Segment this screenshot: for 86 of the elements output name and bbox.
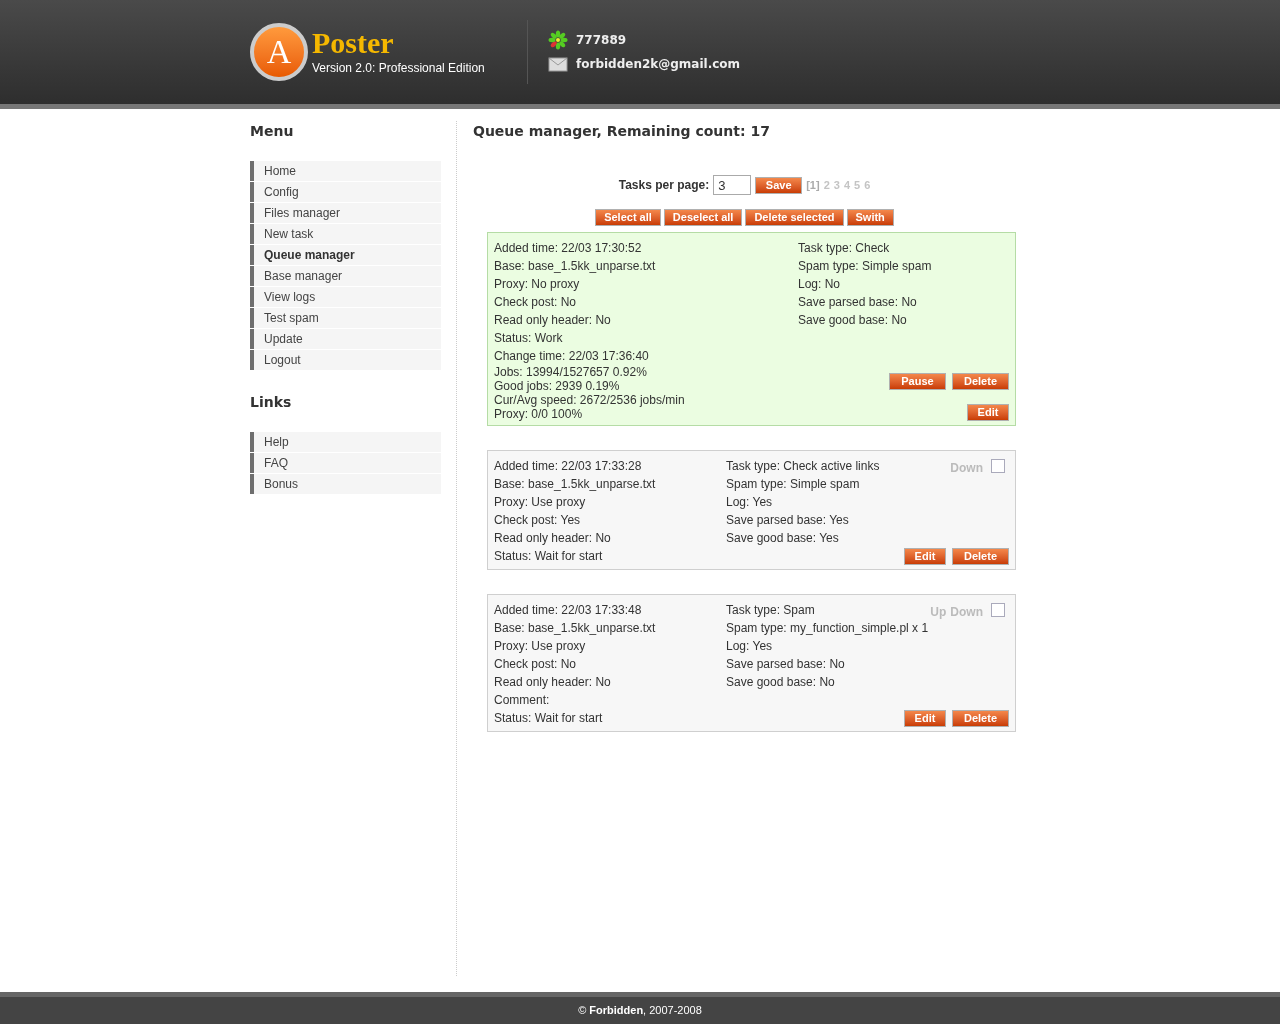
contact-text: 777889 (576, 32, 627, 49)
task-detail: Comment: (494, 692, 551, 709)
task-stat: Good jobs: 2939 0.19% (494, 379, 621, 393)
task-detail: Check post: No (494, 294, 578, 311)
task-detail: Spam type: my_function_simple.pl x 1 (726, 620, 929, 637)
menu-item[interactable]: FAQ (250, 453, 441, 473)
task-detail: Save parsed base: No (726, 656, 846, 673)
menu-item[interactable]: Logout (250, 350, 441, 370)
action-button[interactable]: Deselect all (663, 209, 743, 226)
envelope-icon (548, 56, 568, 72)
task-detail: Base: base_1.5kk_unparse.txt (494, 476, 657, 493)
task-detail: Save good base: No (726, 674, 836, 691)
contact-text: forbidden2k@gmail.com (576, 56, 741, 73)
task-button[interactable]: Delete (952, 710, 1009, 727)
task-button[interactable]: Edit (967, 404, 1009, 421)
task-detail: Status: Wait for start (494, 710, 604, 727)
task-button[interactable]: Pause (889, 373, 946, 390)
task-detail: Save good base: No (798, 312, 908, 329)
task-detail: Log: Yes (726, 638, 774, 655)
menu-item[interactable]: View logs (250, 287, 441, 307)
action-button[interactable]: Swith (846, 209, 894, 226)
task-detail: Base: base_1.5kk_unparse.txt (494, 258, 657, 275)
task-detail: Spam type: Simple spam (726, 476, 861, 493)
task-detail: Added time: 22/03 17:33:28 (494, 458, 643, 475)
task-detail: Change time: 22/03 17:36:40 (494, 348, 650, 365)
menu-item[interactable]: Test spam (250, 308, 441, 328)
save-button[interactable]: Save (755, 176, 803, 194)
menu-item[interactable]: Queue manager (250, 245, 441, 265)
logo-name: Poster (312, 27, 395, 59)
action-button[interactable]: Delete selected (745, 209, 844, 226)
task-detail: Proxy: Use proxy (494, 494, 587, 511)
task-detail: Check post: No (494, 656, 578, 673)
task-detail: Save good base: Yes (726, 530, 840, 547)
task-detail: Read only header: No (494, 674, 612, 691)
move-link[interactable]: Down (950, 459, 983, 477)
menu-item[interactable]: Update (250, 329, 441, 349)
task-detail: Added time: 22/03 17:33:48 (494, 602, 643, 619)
menu-item[interactable]: Config (250, 182, 441, 202)
task-checkbox[interactable] (991, 459, 1005, 473)
move-link[interactable]: Up (930, 603, 947, 621)
task-button[interactable]: Delete (952, 548, 1009, 565)
menu-item[interactable]: Bonus (250, 474, 441, 494)
task-detail: Status: Work (494, 330, 564, 347)
task-detail: Proxy: Use proxy (494, 638, 587, 655)
task-detail: Read only header: No (494, 312, 612, 329)
task-detail: Spam type: Simple spam (798, 258, 932, 275)
task-button[interactable]: Edit (904, 548, 946, 565)
task-detail: Log: No (798, 276, 842, 293)
move-link[interactable]: Down (950, 603, 983, 621)
task-detail: Read only header: No (494, 530, 612, 547)
task-detail: Task type: Check (798, 240, 891, 257)
logo-icon: A (250, 23, 308, 81)
task-detail: Proxy: No proxy (494, 276, 581, 293)
action-button[interactable]: Select all (595, 209, 661, 226)
task-stat: Cur/Avg speed: 2672/2536 jobs/min (494, 393, 686, 407)
task-button[interactable]: Delete (952, 373, 1009, 390)
menu-item[interactable]: Help (250, 432, 441, 452)
section-title: Menu (250, 122, 295, 141)
task-detail: Save parsed base: Yes (726, 512, 850, 529)
menu-item[interactable]: New task (250, 224, 441, 244)
task-detail: Check post: Yes (494, 512, 582, 529)
task-stat: Jobs: 13994/1527657 0.92% (494, 365, 648, 379)
task-detail: Added time: 22/03 17:30:52 (494, 240, 643, 257)
section-title: Links (250, 393, 293, 412)
menu-item[interactable]: Base manager (250, 266, 441, 286)
flower-icon (548, 30, 568, 50)
task-detail: Log: Yes (726, 494, 774, 511)
task-detail: Status: Wait for start (494, 548, 604, 565)
task-detail: Task type: Check active links (726, 458, 880, 475)
task-detail: Base: base_1.5kk_unparse.txt (494, 620, 657, 637)
menu-item[interactable]: Home (250, 161, 441, 181)
task-button[interactable]: Edit (904, 710, 946, 727)
page-title: Queue manager, Remaining count: 17 (473, 122, 771, 141)
copyright-text: © Forbidden, 2007-2008 (578, 1003, 702, 1019)
menu-item[interactable]: Files manager (250, 203, 441, 223)
task-detail: Save parsed base: No (798, 294, 918, 311)
task-stat: Proxy: 0/0 100% (494, 407, 584, 421)
task-checkbox[interactable] (991, 603, 1005, 617)
tasks-per-page-field[interactable]: 3 (713, 175, 752, 195)
page-link[interactable]: 6 (864, 176, 871, 194)
logo-tagline: Version 2.0: Professional Edition (312, 60, 485, 77)
page-link[interactable]: [1] (806, 176, 820, 194)
tasks-per-page-label: Tasks per page: (618, 177, 710, 194)
task-detail: Task type: Spam (726, 602, 816, 619)
page-link[interactable]: 2 (823, 176, 830, 194)
page-link[interactable]: 3 (833, 176, 840, 194)
